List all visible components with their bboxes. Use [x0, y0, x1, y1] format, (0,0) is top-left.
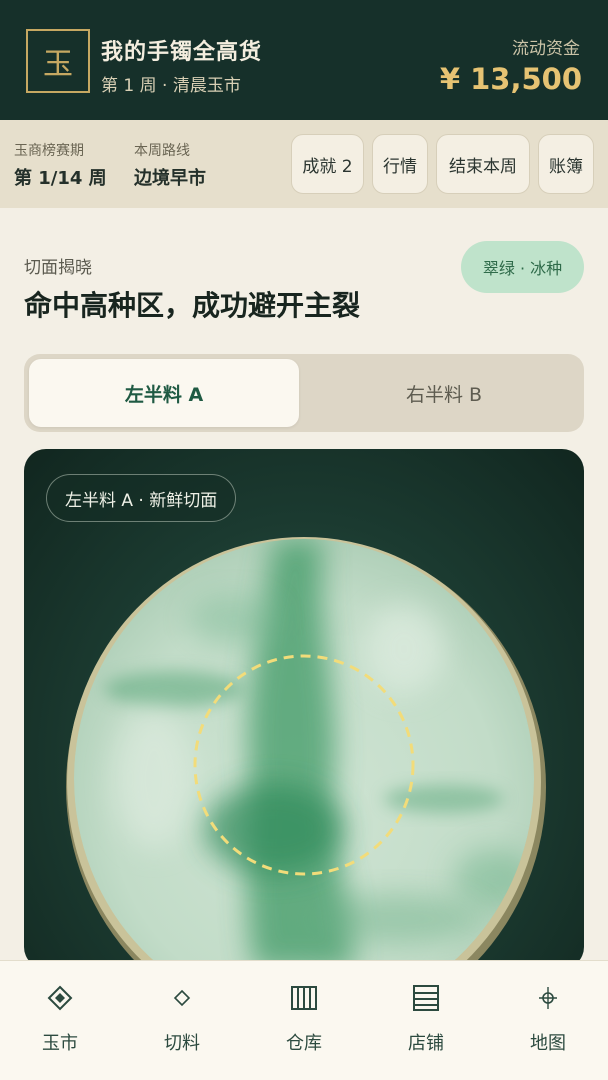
warehouse-icon [289, 983, 319, 1013]
app-header: 玉 我的手镯全高货 第 1 周 · 清晨玉市 流动资金 ¥ 13,500 [0, 0, 608, 120]
map-pin-icon [533, 983, 563, 1013]
small-diamond-icon [167, 983, 197, 1013]
reveal-headline: 命中高种区，成功避开主裂 [24, 289, 361, 322]
app-title: 我的手镯全高货 [101, 39, 263, 65]
half-toggle: 左半料 A 右半料 B [24, 354, 584, 432]
nav-label-market: 玉市 [42, 1033, 78, 1054]
jade-logo: 玉 [26, 29, 90, 93]
list-icon [411, 983, 441, 1013]
nav-item-market[interactable]: 玉市 [0, 983, 120, 1063]
stone-card: 左半料 A · 新鲜切面 [24, 449, 584, 969]
nav-label-cut: 切料 [164, 1033, 200, 1054]
logo-char: 玉 [43, 47, 73, 82]
end-week-button[interactable]: 结束本周 [436, 134, 530, 194]
ledger-button[interactable]: 账簿 [538, 134, 594, 194]
tab-right-half[interactable]: 右半料 B [309, 359, 579, 427]
nav-label-warehouse: 仓库 [286, 1033, 322, 1054]
nav-item-warehouse[interactable]: 仓库 [244, 983, 364, 1063]
route-value: 边境早市 [134, 168, 206, 189]
nav-label-shop: 店铺 [408, 1033, 444, 1054]
market-button[interactable]: 行情 [372, 134, 428, 194]
bottom-nav: 玉市 切料 仓库 店铺 地图 [0, 960, 608, 1080]
nav-item-map[interactable]: 地图 [488, 983, 608, 1063]
achievements-button[interactable]: 成就 2 [291, 134, 364, 194]
nav-label-map: 地图 [530, 1033, 566, 1054]
cut-face-chip: 左半料 A · 新鲜切面 [46, 474, 237, 522]
season-value: 第 1/14 周 [14, 168, 107, 189]
fund-value: ¥ 13,500 [439, 62, 582, 96]
season-label: 玉商榜赛期 [14, 143, 84, 159]
nav-item-cut[interactable]: 切料 [122, 983, 242, 1063]
route-label: 本周路线 [134, 143, 190, 159]
tab-left-half[interactable]: 左半料 A [29, 359, 299, 427]
jade-cut-face[interactable] [24, 449, 584, 969]
diamond-icon [45, 983, 75, 1013]
section-label: 切面揭晓 [24, 258, 92, 278]
week-subtitle: 第 1 周 · 清晨玉市 [101, 76, 241, 96]
grade-badge: 翠绿 · 冰种 [461, 241, 584, 293]
nav-item-shop[interactable]: 店铺 [366, 983, 486, 1063]
fund-label: 流动资金 [512, 39, 580, 59]
